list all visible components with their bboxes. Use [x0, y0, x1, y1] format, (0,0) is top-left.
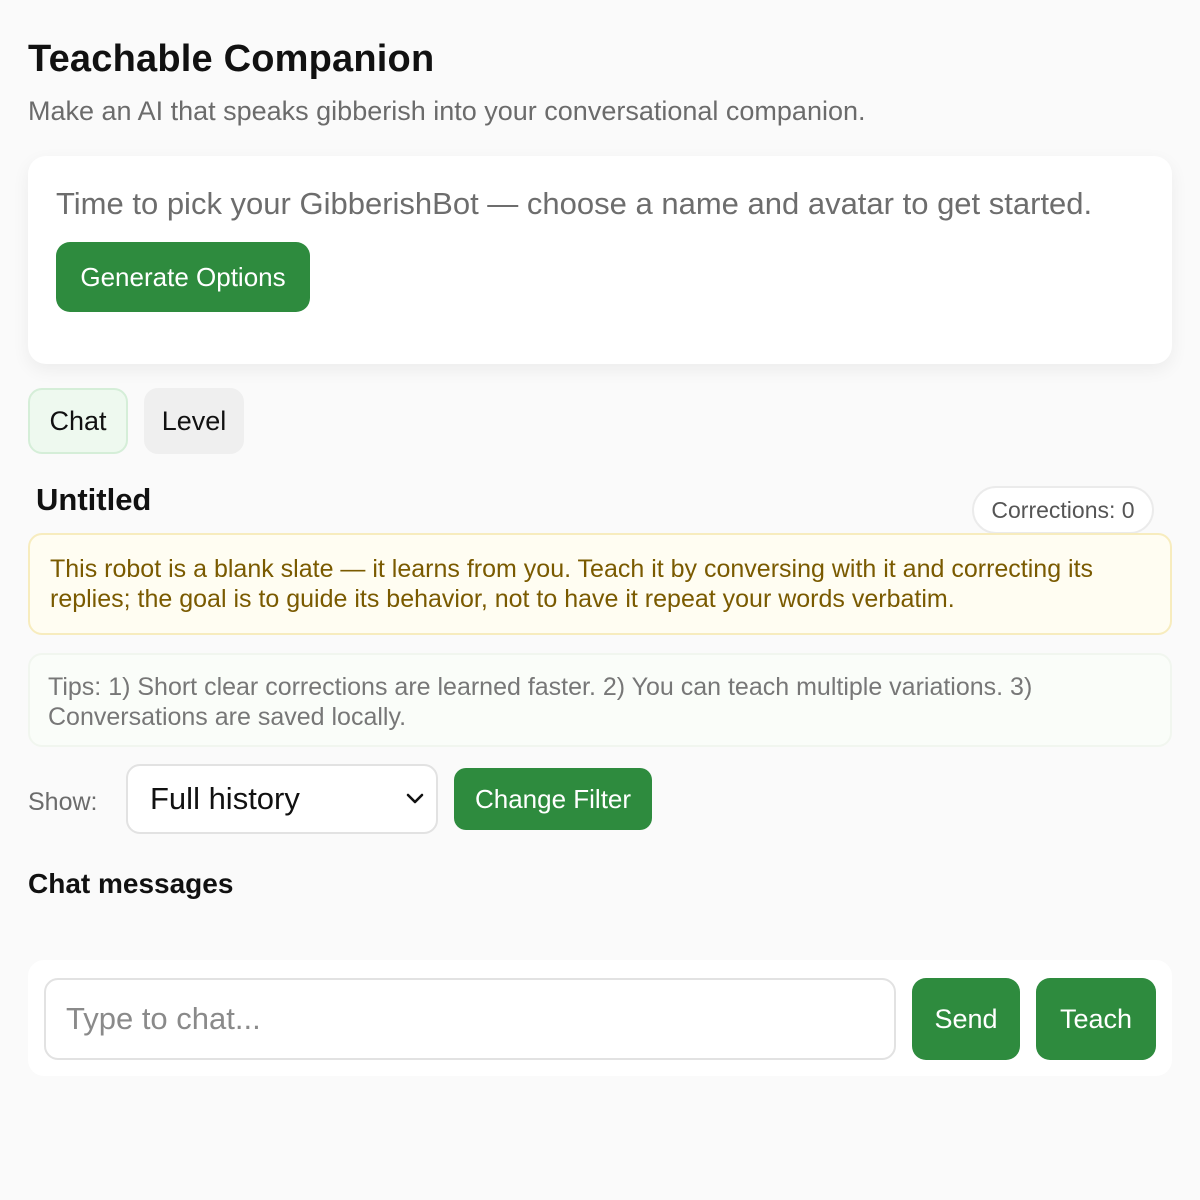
history-filter-select[interactable]: Full history [126, 764, 438, 834]
generate-options-button[interactable]: Generate Options [56, 242, 310, 312]
tab-chat[interactable]: Chat [28, 388, 128, 454]
tips-box: Tips: 1) Short clear corrections are lea… [28, 653, 1172, 747]
bot-setup-card: Time to pick your GibberishBot — choose … [28, 156, 1172, 364]
bot-name-heading: Untitled [36, 482, 152, 517]
chat-composer: Send Teach [28, 960, 1172, 1076]
change-filter-button[interactable]: Change Filter [454, 768, 652, 830]
chevron-down-icon [406, 793, 424, 804]
teach-button[interactable]: Teach [1036, 978, 1156, 1060]
chat-messages-heading: Chat messages [28, 868, 234, 899]
history-filter-value: Full history [150, 781, 300, 816]
app-title: Teachable Companion [28, 38, 435, 80]
show-filter-label: Show: [28, 788, 98, 816]
setup-prompt: Time to pick your GibberishBot — choose … [56, 186, 1093, 221]
tab-level[interactable]: Level [144, 388, 244, 454]
chat-input[interactable] [44, 978, 896, 1060]
app-subtitle: Make an AI that speaks gibberish into yo… [28, 96, 866, 126]
app-page: Teachable Companion Make an AI that spea… [0, 0, 1200, 1200]
blank-slate-notice: This robot is a blank slate — it learns … [28, 533, 1172, 635]
corrections-badge: Corrections: 0 [972, 486, 1154, 534]
send-button[interactable]: Send [912, 978, 1020, 1060]
